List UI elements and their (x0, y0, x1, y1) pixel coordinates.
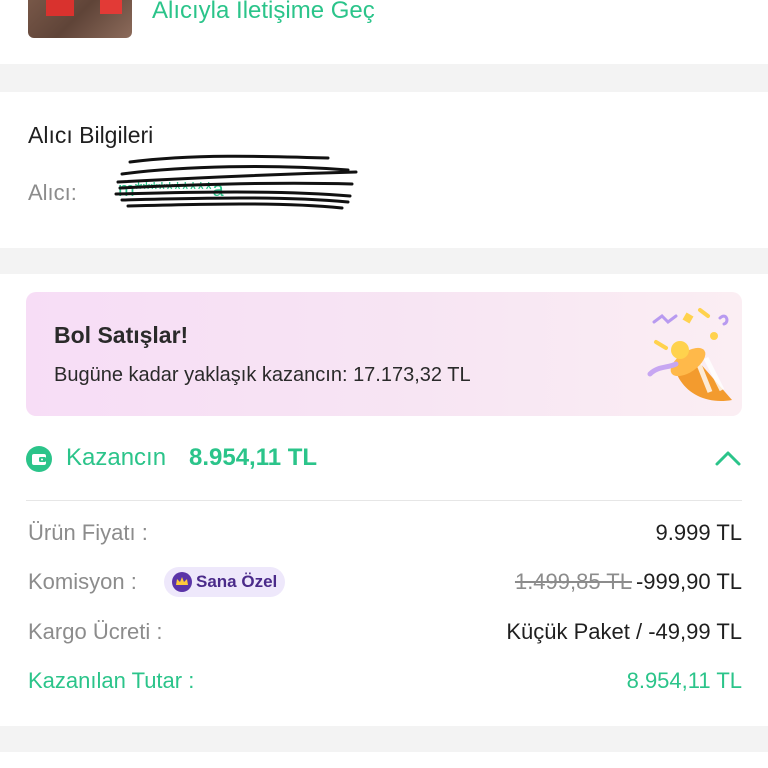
party-popper-icon (647, 308, 732, 402)
total-value: 8.954,11 TL (626, 668, 742, 693)
buyer-label: Alıcı: (28, 180, 77, 205)
crown-icon (172, 572, 192, 592)
shipping-label: Kargo Ücreti : (28, 619, 163, 644)
shipping-row: Kargo Ücreti : Küçük Paket / -49,99 TL (26, 619, 742, 651)
commission-label: Komisyon : (28, 569, 137, 594)
promo-subtitle: Bugüne kadar yaklaşık kazancın: 17.173,3… (54, 364, 471, 386)
buyer-info-title: Alıcı Bilgileri (28, 122, 154, 148)
divider (26, 500, 742, 501)
shipping-value: Küçük Paket / -49,99 TL (506, 619, 742, 644)
commission-row: Komisyon : Sana Özel 1.499,85 TL -999,90 … (26, 567, 742, 601)
chevron-up-icon[interactable] (714, 446, 742, 470)
order-product-card: Alıcıyla İletişime Geç (0, 0, 768, 64)
earnings-value: 8.954,11 TL (189, 444, 318, 471)
total-row: Kazanılan Tutar : 8.954,11 TL (26, 668, 742, 700)
earnings-toggle-row[interactable]: Kazancın 8.954,11 TL (0, 434, 768, 484)
earnings-label: Kazancın (66, 444, 167, 471)
earnings-section: Bol Satışlar! Bugüne kadar yaklaşık kaza… (0, 274, 768, 726)
price-label: Ürün Fiyatı : (28, 520, 148, 545)
buyer-info-section: Alıcı Bilgileri Alıcı: m**********a (0, 92, 768, 248)
total-label: Kazanılan Tutar : (28, 668, 195, 693)
price-row: Ürün Fiyatı : 9.999 TL (26, 520, 742, 552)
promo-banner: Bol Satışlar! Bugüne kadar yaklaşık kaza… (26, 292, 742, 416)
commission-original-value: 1.499,85 TL (514, 569, 632, 594)
contact-buyer-link[interactable]: Alıcıyla İletişime Geç (152, 0, 375, 25)
commission-value-group: 1.499,85 TL -999,90 TL (515, 569, 742, 595)
next-section (0, 752, 768, 768)
promo-title: Bol Satışlar! (54, 322, 189, 348)
product-thumbnail[interactable] (28, 0, 132, 38)
wallet-icon (26, 446, 52, 472)
commission-value: -999,90 TL (635, 569, 742, 594)
price-value: 9.999 TL (655, 520, 742, 545)
redaction-scribble (114, 154, 358, 210)
badge-label: Sana Özel (196, 572, 278, 591)
special-offer-badge: Sana Özel (164, 567, 286, 597)
